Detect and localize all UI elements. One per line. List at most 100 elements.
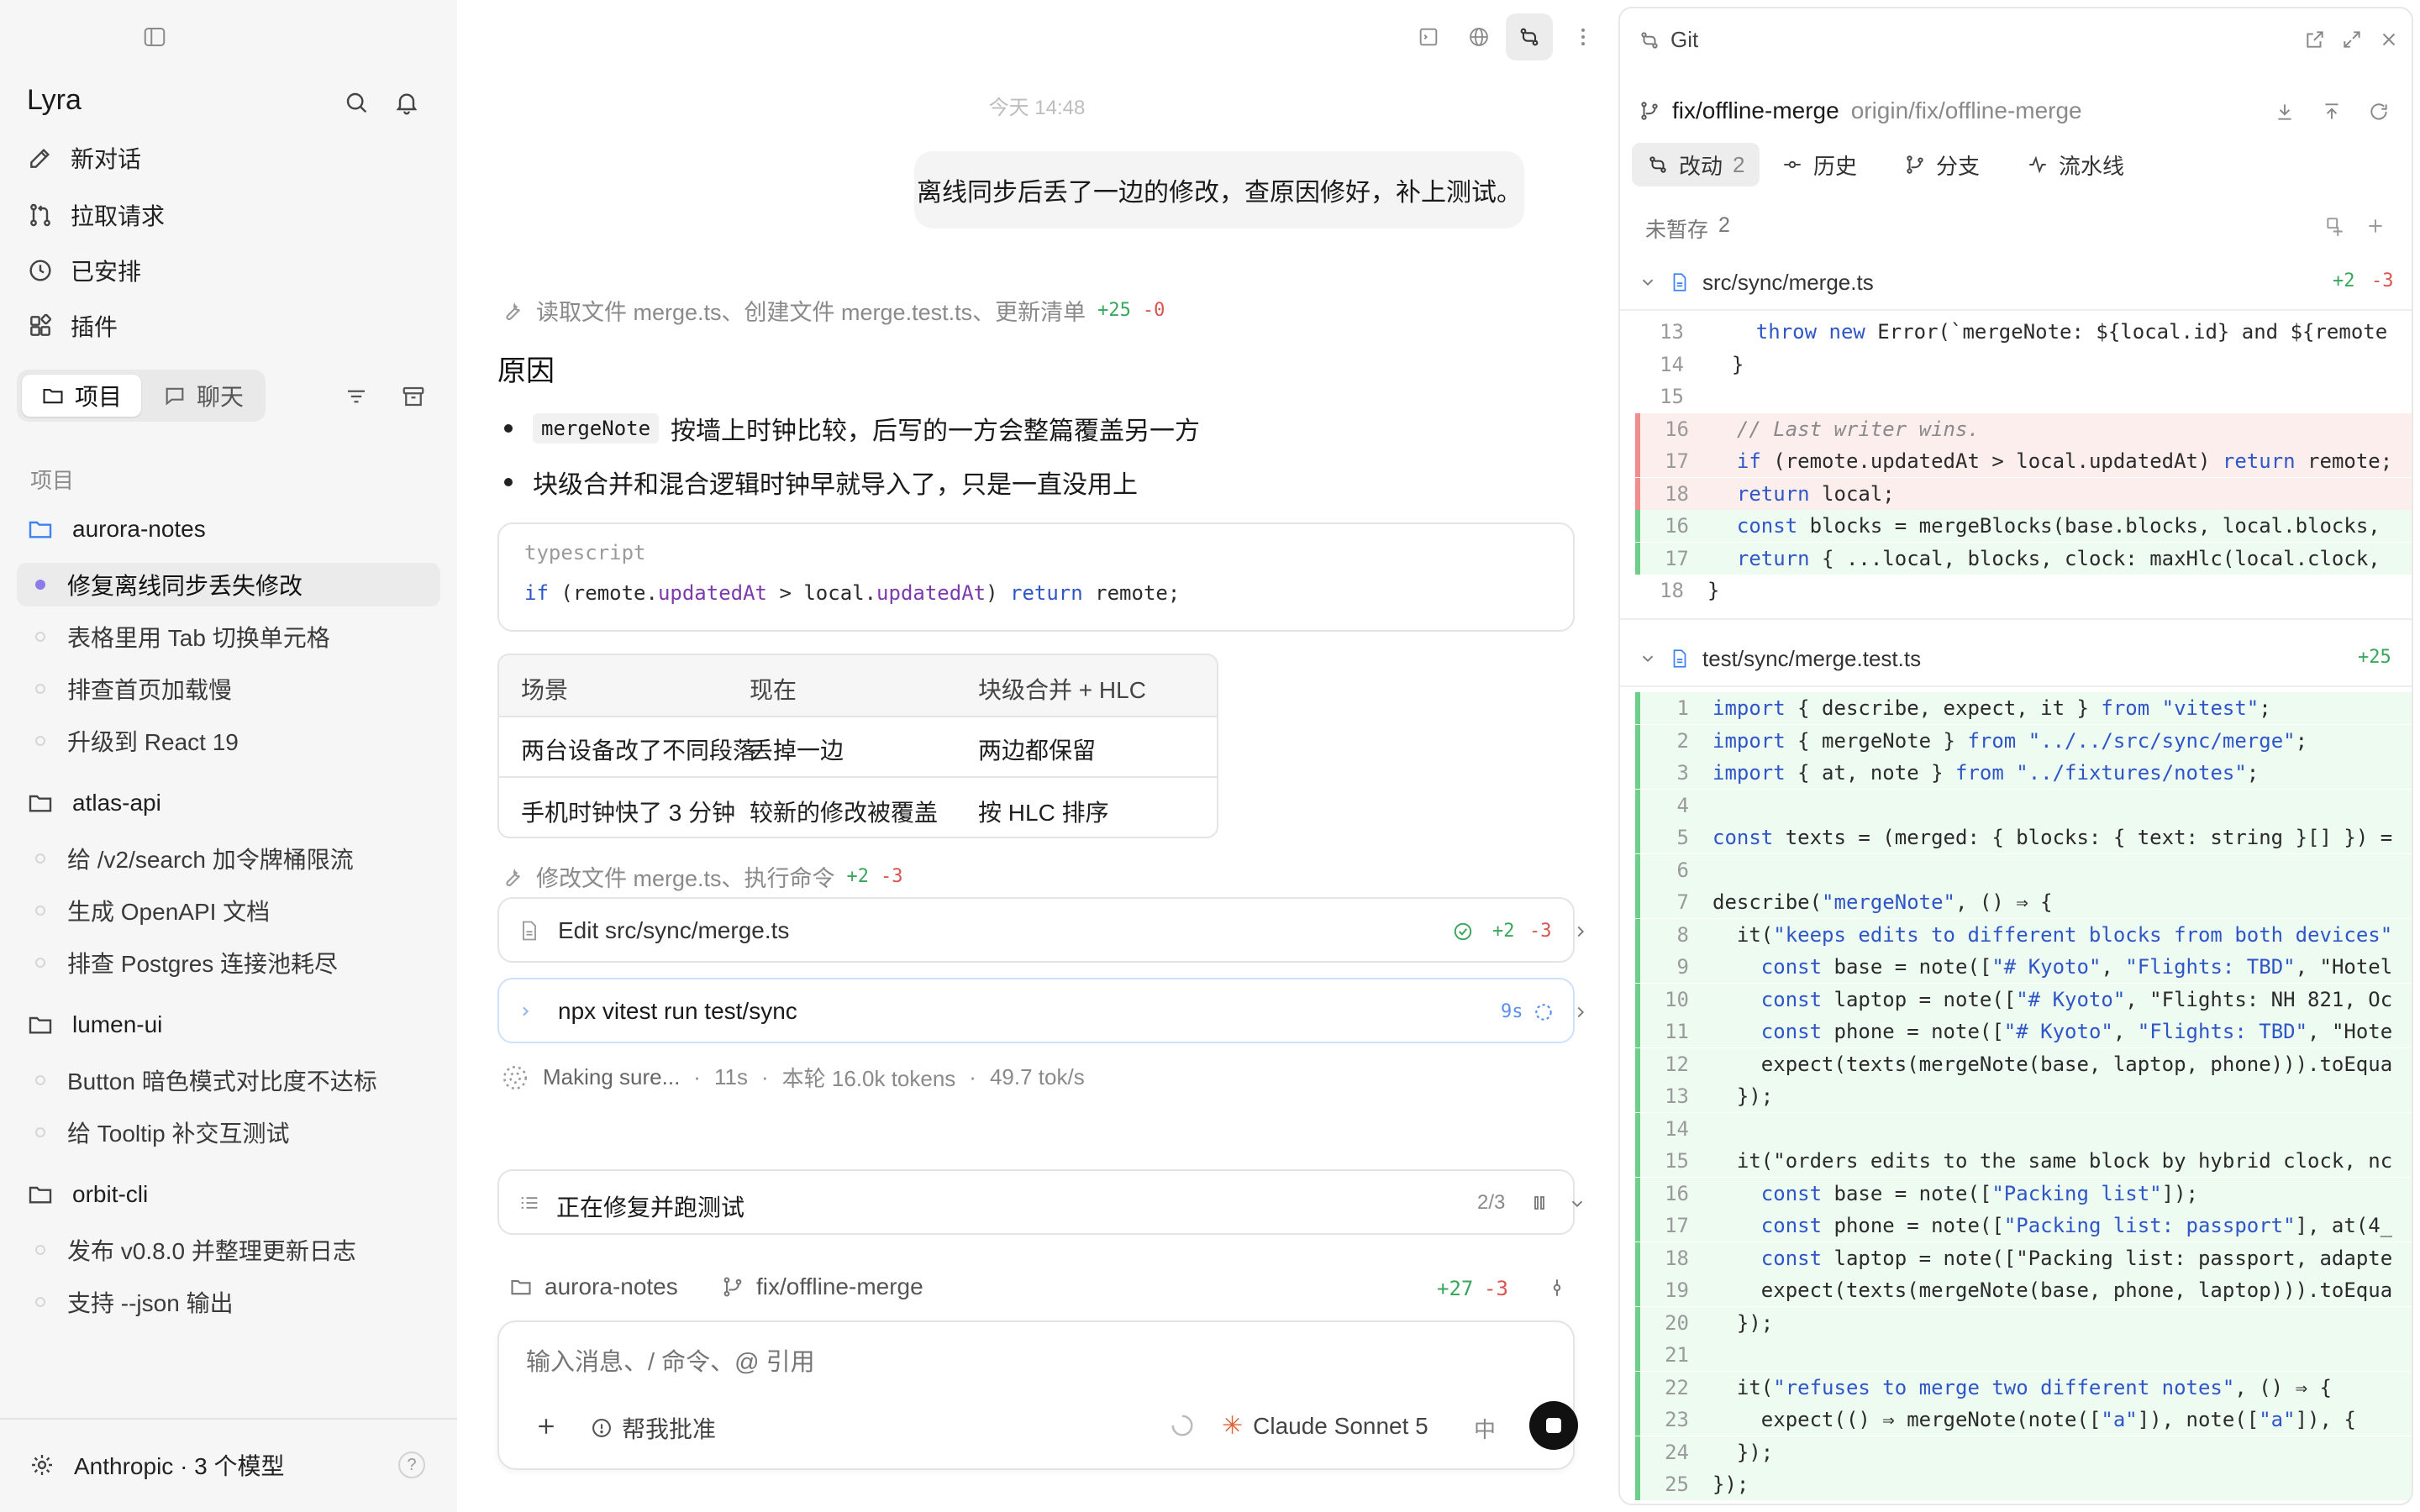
tab-pipelines[interactable]: 流水线: [2012, 143, 2139, 186]
sidebar-item-label: 已安排: [71, 259, 142, 285]
tab-projects-label: 项目: [74, 384, 122, 410]
task-label: 表格里用 Tab 切换单元格: [67, 625, 330, 651]
line-number: 7: [1676, 890, 1689, 914]
search-icon[interactable]: [339, 86, 373, 119]
task-item[interactable]: 给 Tooltip 补交互测试: [17, 1110, 440, 1154]
chevron-right-icon: [1577, 1006, 1585, 1018]
task-item[interactable]: 发布 v0.8.0 并整理更新日志: [17, 1228, 440, 1272]
edit-file-card[interactable]: Edit src/sync/merge.ts +2 -3: [497, 897, 1585, 963]
stop-button[interactable]: [1529, 1401, 1578, 1450]
pull-request-icon: [30, 203, 50, 227]
branch-name: fix/offline-merge: [1672, 97, 1839, 123]
line-number: 23: [1665, 1408, 1689, 1431]
filter-icon[interactable]: [339, 380, 373, 413]
terminal-icon[interactable]: [1412, 20, 1445, 54]
chat-panel: 今天 14:48 离线同步后丢了一边的修改，查原因修好，补上测试。 读取文件 m…: [457, 0, 1617, 1512]
tab-history[interactable]: 历史: [1766, 143, 1872, 186]
line-text: const base = note(["Packing list"]);: [1760, 1181, 2198, 1205]
bullet-text: 按墙上时钟比较，后写的一方会整篇覆盖另一方: [671, 417, 1201, 445]
sidebar-item-pull-requests[interactable]: 拉取请求: [27, 192, 165, 239]
globe-icon[interactable]: [1462, 20, 1496, 54]
close-icon[interactable]: [2378, 29, 2400, 50]
chevron-down-icon: [1642, 279, 1654, 286]
open-external-icon[interactable]: [2304, 29, 2326, 50]
model-selector[interactable]: ✳ Claude Sonnet 5: [1222, 1411, 1428, 1441]
tab-chats[interactable]: 聊天: [146, 375, 260, 417]
context-usage-icon[interactable]: [1170, 1413, 1195, 1438]
task-item[interactable]: 生成 OpenAPI 文档: [17, 889, 440, 932]
message-input[interactable]: [524, 1341, 1536, 1384]
tool-summary[interactable]: 读取文件 merge.ts、创建文件 merge.test.ts、更新清单 +2…: [501, 294, 1165, 327]
line-number: 6: [1676, 858, 1689, 882]
plan-card[interactable]: 正在修复并跑测试 2/3: [497, 1169, 1583, 1235]
git-panel-toggle-icon[interactable]: [1506, 13, 1553, 60]
task-label: 给 /v2/search 加令牌桶限流: [67, 847, 354, 873]
tab-projects[interactable]: 项目: [22, 375, 141, 417]
project-lumen-ui[interactable]: lumen-ui: [27, 1003, 162, 1047]
task-item[interactable]: 排查首页加载慢: [17, 667, 440, 711]
chevron-down-icon[interactable]: [1568, 1194, 1586, 1213]
line-text: it("orders edits to the same block by hy…: [1712, 1149, 2393, 1173]
sidebar-item-plugins[interactable]: 插件: [27, 302, 118, 349]
task-label: 升级到 React 19: [67, 729, 239, 755]
pause-icon[interactable]: [1529, 1193, 1549, 1213]
diff-file-header[interactable]: test/sync/merge.test.ts: [1639, 642, 2395, 675]
pull-icon[interactable]: [2274, 101, 2296, 123]
code-line: 8 it("keeps edits to different blocks fr…: [1635, 918, 2412, 951]
tab-changes[interactable]: 改动 2: [1632, 143, 1760, 186]
stage-all-icon[interactable]: [2324, 215, 2346, 237]
project-name: atlas-api: [72, 790, 161, 816]
bell-icon[interactable]: [390, 86, 424, 119]
push-icon[interactable]: [2321, 101, 2343, 123]
divider: [1620, 618, 2412, 620]
project-aurora-notes[interactable]: aurora-notes: [27, 507, 206, 551]
project-atlas-api[interactable]: atlas-api: [27, 781, 161, 825]
branch-selector[interactable]: fix/offline-merge origin/fix/offline-mer…: [1639, 97, 2082, 124]
code-token: > local.: [767, 581, 877, 605]
context-project[interactable]: aurora-notes: [509, 1273, 678, 1300]
file-path: src/sync/merge.ts: [1702, 269, 1874, 295]
provider-settings[interactable]: Anthropic · 3 个模型: [29, 1448, 285, 1482]
line-number: 11: [1665, 1020, 1689, 1043]
task-item[interactable]: 升级到 React 19: [17, 719, 440, 763]
branch-icon: [1641, 102, 1658, 120]
approval-mode-button[interactable]: 帮我批准: [590, 1411, 716, 1445]
line-number: 18: [1665, 1246, 1689, 1270]
tool-summary-text: 修改文件 merge.ts、执行命令: [536, 866, 835, 891]
task-item[interactable]: 排查 Postgres 连接池耗尽: [17, 941, 440, 984]
task-item[interactable]: Button 暗色模式对比度不达标: [17, 1058, 440, 1102]
tab-branches[interactable]: 分支: [1889, 143, 1995, 186]
folder-icon: [29, 1016, 52, 1034]
command-card[interactable]: npx vitest run test/sync 9s: [497, 978, 1585, 1043]
plus-icon[interactable]: [2365, 215, 2386, 237]
task-item[interactable]: 给 /v2/search 加令牌桶限流: [17, 837, 440, 880]
language-toggle[interactable]: 中: [1474, 1413, 1496, 1444]
context-branch[interactable]: fix/offline-merge: [721, 1273, 923, 1300]
refresh-icon[interactable]: [2368, 101, 2390, 123]
archive-icon[interactable]: [397, 380, 430, 413]
line-number: 14: [1660, 352, 1684, 376]
status-dot: [35, 1297, 45, 1307]
sidebar-item-new-chat[interactable]: 新对话: [27, 134, 141, 181]
commit-icon[interactable]: [1546, 1277, 1568, 1299]
unstaged-count: 2: [1718, 213, 1730, 237]
line-number: 24: [1665, 1440, 1689, 1464]
plan-progress: 2/3: [1477, 1191, 1506, 1214]
tab-label: 流水线: [2059, 153, 2125, 179]
task-item[interactable]: 支持 --json 输出: [17, 1280, 440, 1324]
task-label: 生成 OpenAPI 文档: [67, 899, 271, 925]
project-orbit-cli[interactable]: orbit-cli: [27, 1173, 148, 1216]
tool-summary[interactable]: 修改文件 merge.ts、执行命令 +2 -3: [501, 860, 903, 893]
sidebar-item-scheduled[interactable]: 已安排: [27, 247, 141, 294]
more-icon[interactable]: [1566, 20, 1600, 54]
chevron-right-icon: [1577, 926, 1585, 937]
code-line: 15: [1635, 381, 2412, 412]
help-button[interactable]: ?: [398, 1452, 425, 1478]
attach-button[interactable]: [531, 1411, 561, 1441]
expand-icon[interactable]: [2341, 29, 2363, 50]
git-panel-title: Git: [1670, 27, 1699, 52]
sidebar-toggle-icon[interactable]: [138, 20, 171, 54]
task-item[interactable]: 表格里用 Tab 切换单元格: [17, 615, 440, 659]
diff-file-header[interactable]: src/sync/merge.ts: [1639, 265, 2395, 299]
task-item[interactable]: 修复离线同步丢失修改: [17, 563, 440, 606]
